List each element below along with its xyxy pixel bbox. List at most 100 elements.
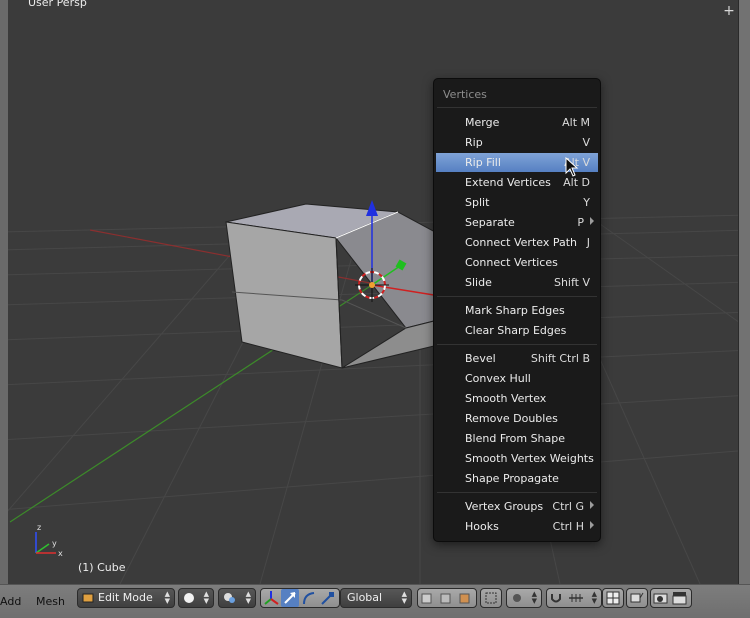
menu-item-shortcut: Y (583, 196, 590, 209)
menu-divider (437, 492, 597, 493)
viewport-header: Add Mesh Edit Mode ▲ ▼ ▲ ▼ ▲ ▼ Global ▲ … (0, 584, 750, 618)
snap-group: ▲ ▼ (546, 588, 602, 608)
camera-icon[interactable] (653, 591, 669, 605)
mode-label: Edit Mode (98, 591, 153, 604)
menu-item-label: Split (465, 196, 490, 209)
face-select-icon[interactable] (458, 591, 472, 605)
snap-target-button[interactable] (602, 588, 624, 608)
menu-item-shortcut: Ctrl G (552, 500, 584, 513)
orientation-selector[interactable]: Global ▲ ▼ (340, 588, 412, 608)
menu-item-shortcut: Shift Ctrl B (530, 352, 590, 365)
pivot-point-icon (224, 593, 235, 603)
edit-mode-icon (82, 593, 94, 603)
menu-item-label: Connect Vertices (465, 256, 558, 269)
menu-item-label: Remove Doubles (465, 412, 558, 425)
menu-item-connect-vertex-path[interactable]: Connect Vertex Path J (436, 233, 598, 252)
rotate-manipulator-icon[interactable] (301, 590, 317, 606)
menu-item-blend-from-shape[interactable]: Blend From Shape (436, 429, 598, 448)
menu-item-convex-hull[interactable]: Convex Hull (436, 369, 598, 388)
menu-item-split[interactable]: Split Y (436, 193, 598, 212)
submenu-arrow-icon (590, 521, 594, 529)
translate-manipulator-button[interactable] (281, 589, 299, 607)
proportional-edit-icon (513, 594, 521, 602)
menu-item-connect-vertices[interactable]: Connect Vertices (436, 253, 598, 272)
menu-item-label: Separate (465, 216, 515, 229)
manipulator-group (260, 588, 340, 608)
menu-divider (437, 296, 597, 297)
3d-viewport[interactable]: z y x User Persp (1) Cube + (0, 0, 750, 584)
menu-divider (437, 344, 597, 345)
menu-item-hooks[interactable]: Hooks Ctrl H (436, 517, 598, 536)
pivot-selector[interactable]: ▲ ▼ (218, 588, 256, 608)
render-still-icon (630, 592, 644, 603)
render-buttons (650, 588, 692, 608)
menu-item-shortcut: Alt D (563, 176, 590, 189)
snap-increment-icon[interactable] (567, 591, 585, 605)
plus-icon[interactable]: + (722, 4, 736, 18)
menu-item-mark-sharp-edges[interactable]: Mark Sharp Edges (436, 301, 598, 320)
magnet-icon[interactable] (549, 591, 563, 605)
occlusion-icon (485, 592, 497, 604)
add-menu[interactable]: Add (0, 595, 21, 608)
z-arrow-head[interactable] (366, 200, 378, 216)
solid-shading-icon (184, 593, 194, 603)
menu-item-label: Mark Sharp Edges (465, 304, 565, 317)
proportional-edit-selector[interactable]: ▲ ▼ (506, 588, 542, 608)
menu-item-label: Blend From Shape (465, 432, 566, 445)
menu-item-label: Extend Vertices (465, 176, 551, 189)
updown-arrows-icon: ▲ ▼ (401, 590, 407, 605)
axis-y-label: y (52, 539, 57, 548)
menu-item-shortcut: Alt M (562, 116, 590, 129)
axis-x-label: x (58, 549, 63, 558)
menu-item-vertex-groups[interactable]: Vertex Groups Ctrl G (436, 497, 598, 516)
properties-panel-edge[interactable] (738, 0, 750, 584)
vertices-menu: Vertices Merge Alt M Rip V Rip Fill Alt … (433, 78, 601, 542)
menu-item-merge[interactable]: Merge Alt M (436, 113, 598, 132)
axis-z-label: z (37, 523, 41, 532)
menu-item-shortcut: Ctrl H (552, 520, 584, 533)
menu-item-bevel[interactable]: Bevel Shift Ctrl B (436, 349, 598, 368)
mode-selector[interactable]: Edit Mode ▲ ▼ (77, 588, 175, 608)
menu-item-rip[interactable]: Rip V (436, 133, 598, 152)
opengl-render-button[interactable] (626, 588, 648, 608)
view-name-label: User Persp (28, 0, 87, 9)
menu-item-label: Vertex Groups (465, 500, 544, 513)
updown-arrows-icon: ▲ ▼ (591, 590, 597, 605)
menu-item-smooth-vertex-weights[interactable]: Smooth Vertex Weights (436, 449, 598, 468)
scene-canvas: z y x (0, 200, 750, 584)
shading-selector[interactable]: ▲ ▼ (178, 588, 214, 608)
updown-arrows-icon: ▲ ▼ (164, 590, 170, 605)
layer-buttons (417, 588, 477, 608)
menu-item-smooth-vertex[interactable]: Smooth Vertex (436, 389, 598, 408)
menu-item-label: Connect Vertex Path (465, 236, 577, 249)
menu-item-shortcut: J (586, 236, 590, 249)
menu-divider (437, 107, 597, 108)
menu-item-label: Shape Propagate (465, 472, 559, 485)
menu-item-separate[interactable]: Separate P (436, 213, 598, 232)
orientation-label: Global (347, 591, 383, 604)
menu-item-clear-sharp-edges[interactable]: Clear Sharp Edges (436, 321, 598, 340)
cube-mesh[interactable] (225, 203, 451, 369)
menu-item-label: Bevel (465, 352, 496, 365)
menu-item-shortcut: Shift V (553, 276, 590, 289)
submenu-arrow-icon (590, 501, 594, 509)
menu-item-shortcut: V (582, 136, 590, 149)
menu-item-label: Hooks (465, 520, 499, 533)
scale-manipulator-icon[interactable] (319, 590, 335, 606)
menu-item-shape-propagate[interactable]: Shape Propagate (436, 469, 598, 488)
limit-selection-button[interactable] (480, 588, 502, 608)
translate-arrow-icon (284, 592, 296, 604)
menu-item-label: Rip Fill (465, 156, 501, 169)
edge-select-icon[interactable] (439, 591, 453, 605)
updown-arrows-icon: ▲ ▼ (203, 590, 209, 605)
tool-shelf-edge[interactable] (0, 0, 8, 584)
vertex-select-icon[interactable] (420, 591, 434, 605)
clapperboard-icon[interactable] (672, 591, 688, 605)
updown-arrows-icon: ▲ ▼ (245, 590, 251, 605)
manipulator-toggle-icon[interactable] (263, 590, 279, 606)
menu-item-slide[interactable]: Slide Shift V (436, 273, 598, 292)
menu-title: Vertices (443, 88, 487, 101)
menu-item-remove-doubles[interactable]: Remove Doubles (436, 409, 598, 428)
mesh-menu[interactable]: Mesh (36, 595, 65, 608)
menu-item-label: Convex Hull (465, 372, 531, 385)
